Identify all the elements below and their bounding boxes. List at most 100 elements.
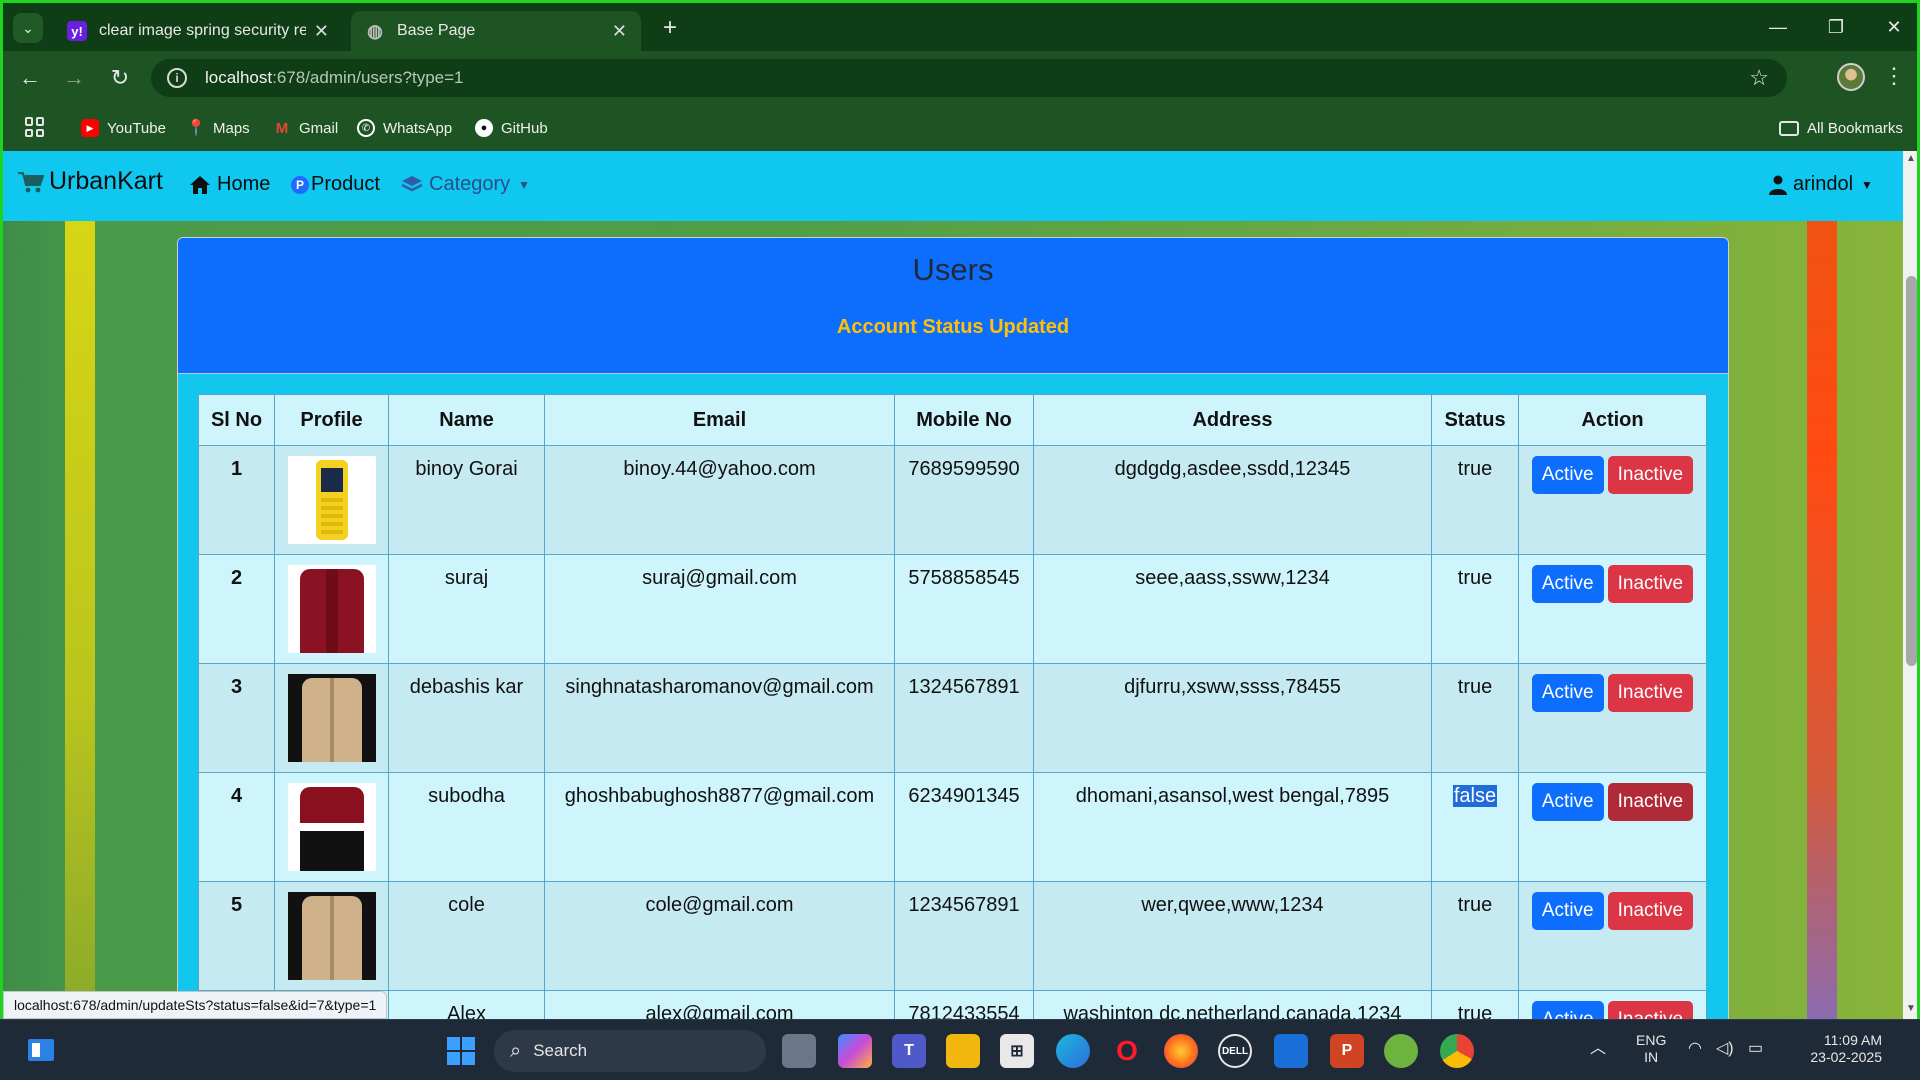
close-tab-icon[interactable]: ✕ xyxy=(314,21,329,42)
sl-no: 3 xyxy=(198,663,275,773)
opera-icon[interactable]: O xyxy=(1110,1034,1144,1068)
tab-active[interactable]: ◍ Base Page ✕ xyxy=(351,11,641,51)
task-view-icon[interactable] xyxy=(782,1034,816,1068)
restore-button[interactable]: ❐ xyxy=(1811,9,1861,45)
time-label: 11:09 AM xyxy=(1823,1032,1882,1048)
page-scrollbar[interactable]: ▲ ▼ xyxy=(1903,151,1917,1019)
reload-button[interactable]: ↻ xyxy=(103,61,137,95)
battery-icon[interactable]: ▭ xyxy=(1748,1040,1763,1057)
user-address: djfurru,xsww,ssss,78455 xyxy=(1033,663,1432,773)
inactive-button-hovered[interactable]: Inactive xyxy=(1607,783,1694,821)
user-mobile: 6234901345 xyxy=(894,772,1034,882)
nav-product-label: Product xyxy=(311,173,380,195)
user-address: seee,aass,ssww,1234 xyxy=(1033,554,1432,664)
sl-no: 2 xyxy=(198,554,275,664)
bookmark-youtube[interactable]: ▶ YouTube xyxy=(81,115,166,141)
site-navbar: UrbanKart Home P Product Category ▼ arin… xyxy=(3,151,1903,221)
language-indicator[interactable]: ENG IN xyxy=(1636,1032,1666,1066)
scrollbar-thumb[interactable] xyxy=(1906,276,1917,666)
bookmark-label: GitHub xyxy=(501,119,548,137)
bookmark-maps[interactable]: 📍 Maps xyxy=(186,115,250,141)
action-cell: ActiveInactive xyxy=(1518,990,1707,1019)
table-row: 3 debashis kar singhnatasharomanov@gmail… xyxy=(198,663,1707,773)
menu-kebab-icon[interactable]: ⋮ xyxy=(1883,63,1905,89)
teams-icon[interactable]: T xyxy=(892,1034,926,1068)
status-message: Account Status Updated xyxy=(836,316,1070,338)
store-icon[interactable]: ⊞ xyxy=(1000,1034,1034,1068)
bookmark-label: Maps xyxy=(213,119,250,137)
active-button[interactable]: Active xyxy=(1531,565,1604,603)
close-tab-icon[interactable]: ✕ xyxy=(612,21,627,42)
user-email: ghoshbabughosh8877@gmail.com xyxy=(544,772,895,882)
forward-button[interactable]: → xyxy=(57,61,91,95)
bookmark-gmail[interactable]: M Gmail xyxy=(273,115,338,141)
table-row: 1 binoy Gorai binoy.44@yahoo.com 7689599… xyxy=(198,445,1707,555)
chrome-icon[interactable] xyxy=(1440,1034,1474,1068)
volume-icon[interactable]: ◁) xyxy=(1716,1040,1734,1057)
all-bookmarks[interactable]: All Bookmarks xyxy=(1779,115,1903,141)
chevron-up-icon[interactable]: ︿ xyxy=(1590,1040,1606,1057)
chevron-down-icon: ▼ xyxy=(518,177,531,192)
spring-tool-icon[interactable] xyxy=(1384,1034,1418,1068)
firefox-icon[interactable] xyxy=(1164,1034,1198,1068)
user-email: alex@gmail.com xyxy=(544,990,895,1019)
profile-image-tan-shirt xyxy=(287,674,376,762)
wifi-icon[interactable]: ◠ xyxy=(1688,1040,1702,1057)
profile-avatar[interactable] xyxy=(1837,63,1865,91)
app-blue-icon[interactable] xyxy=(1274,1034,1308,1068)
clock[interactable]: 11:09 AM 23-02-2025 xyxy=(1786,1032,1882,1066)
inactive-button[interactable]: Inactive xyxy=(1607,892,1694,930)
tab-search-button[interactable]: ⌄ xyxy=(13,13,43,43)
scroll-down-icon[interactable]: ▼ xyxy=(1906,1003,1916,1014)
nav-category-dropdown[interactable]: Category ▼ xyxy=(401,173,530,196)
active-button[interactable]: Active xyxy=(1531,892,1604,930)
decorative-stripe-left xyxy=(65,221,95,1019)
inactive-button[interactable]: Inactive xyxy=(1607,565,1694,603)
edge-icon[interactable] xyxy=(1056,1034,1090,1068)
site-info-icon[interactable]: i xyxy=(167,68,187,88)
widgets-icon[interactable] xyxy=(24,1033,58,1067)
bookmark-star-icon[interactable]: ☆ xyxy=(1749,65,1769,91)
bookmark-whatsapp[interactable]: ✆ WhatsApp xyxy=(357,115,452,141)
user-mobile: 5758858545 xyxy=(894,554,1034,664)
inactive-button[interactable]: Inactive xyxy=(1607,456,1694,494)
copilot-icon[interactable] xyxy=(838,1034,872,1068)
column-header: Email xyxy=(544,394,895,446)
profile-cell xyxy=(274,445,389,555)
bookmark-github[interactable]: ● GitHub xyxy=(475,115,548,141)
new-tab-button[interactable]: + xyxy=(655,13,685,43)
windows-taskbar: ⌕ Search T ⊞ O DELL P ︿ ENG IN ◠ ◁) ▭ 11… xyxy=(0,1019,1920,1080)
active-button[interactable]: Active xyxy=(1531,674,1604,712)
nav-product[interactable]: P Product xyxy=(291,173,380,196)
cart-icon xyxy=(18,171,45,192)
scroll-up-icon[interactable]: ▲ xyxy=(1906,153,1916,164)
table-row: 2 suraj suraj@gmail.com 5758858545 seee,… xyxy=(198,554,1707,664)
user-name: subodha xyxy=(388,772,545,882)
profile-image-phone xyxy=(287,456,376,544)
file-explorer-icon[interactable] xyxy=(946,1034,980,1068)
powerpoint-icon[interactable]: P xyxy=(1330,1034,1364,1068)
gmail-icon: M xyxy=(275,119,289,137)
apps-grid-icon[interactable] xyxy=(25,117,45,137)
close-window-button[interactable]: ✕ xyxy=(1869,9,1919,45)
home-icon xyxy=(190,175,210,194)
start-windows-icon[interactable] xyxy=(444,1034,478,1068)
active-button[interactable]: Active xyxy=(1531,456,1604,494)
minimize-button[interactable]: — xyxy=(1753,9,1803,45)
dell-icon[interactable]: DELL xyxy=(1218,1034,1252,1068)
sl-no: 4 xyxy=(198,772,275,882)
address-bar[interactable]: i localhost:678/admin/users?type=1 ☆ xyxy=(151,59,1787,97)
brand-link[interactable]: UrbanKart xyxy=(17,167,163,196)
user-menu-dropdown[interactable]: arindol ▼ xyxy=(1769,173,1873,196)
tab-inactive[interactable]: y! clear image spring security regi ✕ xyxy=(53,11,343,51)
maps-pin-icon: 📍 xyxy=(186,120,206,137)
taskbar-search[interactable]: ⌕ Search xyxy=(494,1030,766,1072)
inactive-button[interactable]: Inactive xyxy=(1607,1001,1694,1019)
nav-home[interactable]: Home xyxy=(189,173,270,196)
bookmarks-bar: ▶ YouTube 📍 Maps M Gmail ✆ WhatsApp ● Gi… xyxy=(3,105,1917,151)
active-button[interactable]: Active xyxy=(1531,1001,1604,1019)
active-button[interactable]: Active xyxy=(1531,783,1604,821)
user-address: washinton dc,netherland,canada,1234 xyxy=(1033,990,1432,1019)
back-button[interactable]: ← xyxy=(13,61,47,95)
inactive-button[interactable]: Inactive xyxy=(1607,674,1694,712)
